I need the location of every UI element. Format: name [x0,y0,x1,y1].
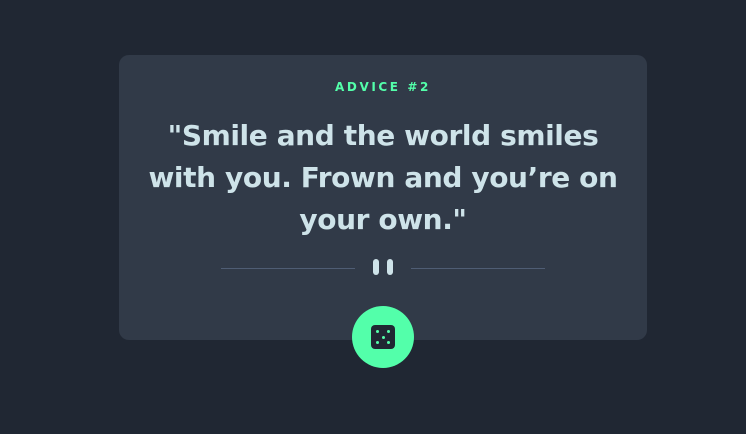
pause-icon [372,259,394,277]
divider-line-right [411,268,545,269]
divider-line-left [221,268,355,269]
dice-icon [371,325,395,349]
advice-id-label: ADVICE #2 [335,80,431,94]
new-advice-button[interactable] [352,306,414,368]
page: ADVICE #2 "Smile and the world smiles wi… [0,0,746,434]
advice-card: ADVICE #2 "Smile and the world smiles wi… [119,55,647,340]
advice-quote: "Smile and the world smiles with you. Fr… [148,119,618,236]
pattern-divider [221,259,545,277]
